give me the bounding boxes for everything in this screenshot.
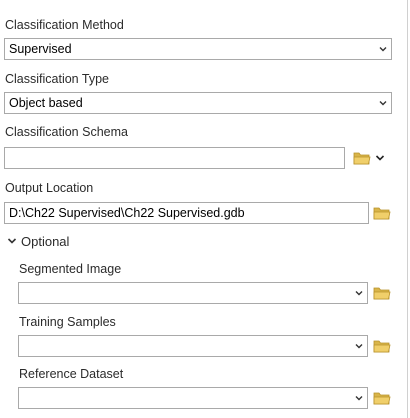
folder-icon[interactable] [373, 205, 391, 221]
chevron-down-icon [379, 47, 387, 52]
output-location-value: D:\Ch22 Supervised\Ch22 Supervised.gdb [9, 206, 245, 220]
classification-type-label: Classification Type [5, 72, 109, 86]
output-location-input[interactable]: D:\Ch22 Supervised\Ch22 Supervised.gdb [4, 202, 369, 224]
training-samples-label: Training Samples [19, 315, 116, 329]
output-location-label: Output Location [5, 181, 94, 195]
classification-options-panel: Classification Method Supervised Classif… [0, 0, 407, 418]
schema-options-chevron-icon[interactable] [374, 152, 386, 164]
chevron-down-icon [355, 291, 363, 296]
classification-method-value: Supervised [9, 42, 72, 56]
folder-icon[interactable] [373, 390, 391, 406]
chevron-down-icon [379, 101, 387, 106]
training-samples-dropdown[interactable] [18, 335, 368, 357]
reference-dataset-label: Reference Dataset [19, 367, 124, 381]
classification-type-value: Object based [9, 96, 83, 110]
expand-triangle-icon [7, 238, 17, 244]
reference-dataset-dropdown[interactable] [18, 387, 368, 409]
segmented-image-label: Segmented Image [19, 262, 122, 276]
chevron-down-icon [355, 396, 363, 401]
classification-schema-label: Classification Schema [5, 125, 128, 139]
segmented-image-dropdown[interactable] [18, 282, 368, 304]
panel-right-border [407, 0, 408, 418]
folder-icon[interactable] [373, 285, 391, 301]
classification-method-dropdown[interactable]: Supervised [4, 38, 392, 60]
chevron-down-icon [355, 344, 363, 349]
folder-icon[interactable] [353, 150, 371, 166]
folder-icon[interactable] [373, 338, 391, 354]
classification-method-label: Classification Method [5, 18, 124, 32]
classification-type-dropdown[interactable]: Object based [4, 92, 392, 114]
optional-group-label: Optional [21, 234, 70, 249]
classification-schema-input[interactable] [4, 147, 345, 169]
